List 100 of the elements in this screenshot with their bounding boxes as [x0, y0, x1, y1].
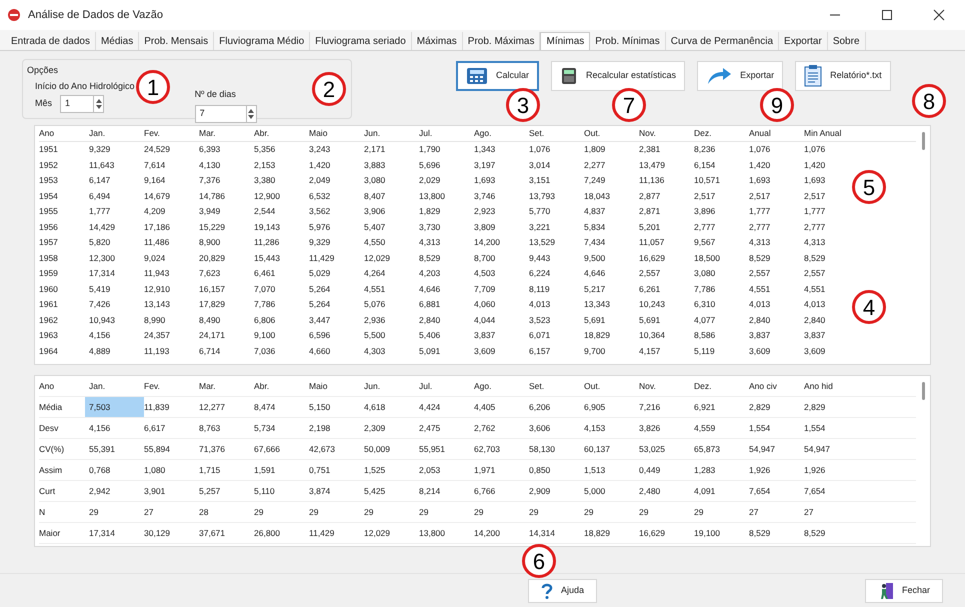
table-cell[interactable]: 0,751: [309, 460, 364, 480]
table-cell[interactable]: 19,100: [694, 523, 749, 543]
table-cell[interactable]: 65,873: [694, 439, 749, 459]
table-cell[interactable]: 8,214: [419, 481, 474, 501]
tab[interactable]: Prob. Mínimas: [590, 32, 666, 50]
days-spinner[interactable]: 7: [194, 105, 257, 123]
table-cell[interactable]: 26,800: [254, 523, 309, 543]
table-cell[interactable]: 28: [199, 502, 254, 522]
table-cell[interactable]: 27: [749, 502, 804, 522]
table-cell[interactable]: 6,766: [474, 481, 529, 501]
table-cell[interactable]: 2,909: [529, 481, 584, 501]
footer-button[interactable]: Ajuda: [528, 578, 597, 602]
table-cell[interactable]: 29: [89, 502, 144, 522]
tab[interactable]: Médias: [96, 32, 140, 50]
table-cell[interactable]: 11,839: [144, 397, 199, 417]
table-cell[interactable]: 54,947: [804, 439, 859, 459]
table-cell[interactable]: 2,829: [804, 397, 859, 417]
table-cell[interactable]: 29: [474, 502, 529, 522]
table-cell[interactable]: 67,666: [254, 439, 309, 459]
table-cell[interactable]: 12,277: [199, 397, 254, 417]
table-cell[interactable]: 3,606: [529, 418, 584, 438]
tab[interactable]: Curva de Permanência: [666, 32, 780, 50]
table-cell[interactable]: 29: [309, 502, 364, 522]
table-cell[interactable]: 6,921: [694, 397, 749, 417]
close-icon[interactable]: [933, 9, 945, 21]
table-cell[interactable]: 55,391: [89, 439, 144, 459]
table-cell[interactable]: 27: [804, 502, 859, 522]
table-cell[interactable]: 1,715: [199, 460, 254, 480]
table-cell[interactable]: 29: [639, 502, 694, 522]
table-cell[interactable]: 5,734: [254, 418, 309, 438]
table-cell[interactable]: 1,971: [474, 460, 529, 480]
table-cell[interactable]: 14,314: [529, 523, 584, 543]
table-cell[interactable]: 13,800: [419, 523, 474, 543]
table-cell[interactable]: 2,309: [364, 418, 419, 438]
table-cell[interactable]: 27: [144, 502, 199, 522]
table-cell[interactable]: 0,449: [639, 460, 694, 480]
tab[interactable]: Fluviograma Médio: [214, 32, 310, 50]
table-cell[interactable]: 12,029: [364, 523, 419, 543]
table-cell[interactable]: 1,513: [584, 460, 639, 480]
action-button[interactable]: Recalcular estatísticas: [551, 61, 686, 91]
table-cell[interactable]: 6,206: [529, 397, 584, 417]
table-cell[interactable]: 54,947: [749, 439, 804, 459]
table-cell[interactable]: 0,768: [89, 460, 144, 480]
table-cell[interactable]: 3,826: [639, 418, 694, 438]
table-cell[interactable]: 8,763: [199, 418, 254, 438]
table-cell[interactable]: 50,009: [364, 439, 419, 459]
table-cell[interactable]: 62,703: [474, 439, 529, 459]
month-spinner[interactable]: 1: [60, 95, 104, 113]
table-cell[interactable]: 29: [584, 502, 639, 522]
table-cell[interactable]: 4,559: [694, 418, 749, 438]
table-cell[interactable]: 2,053: [419, 460, 474, 480]
table-cell[interactable]: 16,629: [639, 523, 694, 543]
footer-button[interactable]: Fechar: [864, 578, 943, 602]
table-cell[interactable]: 7,216: [639, 397, 694, 417]
action-button[interactable]: Calcular: [456, 61, 540, 91]
table-cell[interactable]: 30,129: [144, 523, 199, 543]
table-cell[interactable]: 4,153: [584, 418, 639, 438]
table-cell[interactable]: 8,474: [254, 397, 309, 417]
table-cell[interactable]: 4,156: [89, 418, 144, 438]
table-cell[interactable]: 5,150: [309, 397, 364, 417]
table-cell[interactable]: 2,762: [474, 418, 529, 438]
table-cell[interactable]: 7,503: [85, 397, 144, 417]
table-cell[interactable]: 2,942: [89, 481, 144, 501]
table-cell[interactable]: 3,901: [144, 481, 199, 501]
table-cell[interactable]: 5,000: [584, 481, 639, 501]
table-cell[interactable]: 8,529: [804, 523, 859, 543]
table-cell[interactable]: 4,618: [364, 397, 419, 417]
table-cell[interactable]: 29: [694, 502, 749, 522]
table-cell[interactable]: 2,829: [749, 397, 804, 417]
table-cell[interactable]: 1,926: [804, 460, 859, 480]
tab[interactable]: Sobre: [828, 32, 866, 50]
table-cell[interactable]: 3,874: [309, 481, 364, 501]
table-cell[interactable]: 2,198: [309, 418, 364, 438]
table-cell[interactable]: 60,137: [584, 439, 639, 459]
table-cell[interactable]: 7,654: [749, 481, 804, 501]
table-cell[interactable]: 5,425: [364, 481, 419, 501]
maximize-icon[interactable]: [881, 9, 893, 21]
table-cell[interactable]: 29: [254, 502, 309, 522]
action-button[interactable]: Relatório*.txt: [795, 61, 891, 91]
table-cell[interactable]: 1,080: [144, 460, 199, 480]
tab[interactable]: Exportar: [779, 32, 828, 50]
table-cell[interactable]: 4,091: [694, 481, 749, 501]
table-cell[interactable]: 6,905: [584, 397, 639, 417]
table-cell[interactable]: 1,283: [694, 460, 749, 480]
table-cell[interactable]: 55,951: [419, 439, 474, 459]
table-cell[interactable]: 11,429: [309, 523, 364, 543]
table-cell[interactable]: 42,673: [309, 439, 364, 459]
table-cell[interactable]: 0,850: [529, 460, 584, 480]
tab[interactable]: Mínimas: [540, 32, 590, 50]
table-cell[interactable]: 1,926: [749, 460, 804, 480]
table-cell[interactable]: 71,376: [199, 439, 254, 459]
table-cell[interactable]: 58,130: [529, 439, 584, 459]
table-cell[interactable]: 5,257: [199, 481, 254, 501]
tab[interactable]: Prob. Mensais: [139, 32, 214, 50]
table-cell[interactable]: 6,617: [144, 418, 199, 438]
table-cell[interactable]: 4,424: [419, 397, 474, 417]
tab[interactable]: Entrada de dados: [6, 32, 96, 50]
tab[interactable]: Máximas: [412, 32, 463, 50]
table-cell[interactable]: 1,525: [364, 460, 419, 480]
table-cell[interactable]: 1,554: [749, 418, 804, 438]
